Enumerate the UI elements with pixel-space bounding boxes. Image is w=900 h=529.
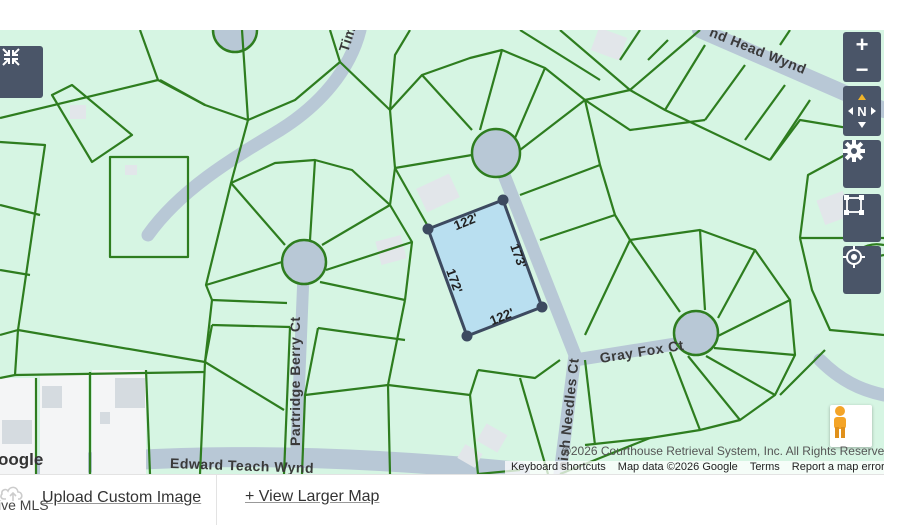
top-bar [0, 0, 900, 31]
settings-button[interactable] [843, 140, 881, 188]
map-canvas[interactable]: 122' 173' 172' 122' Tim nd Head Wynd Par… [0, 30, 884, 474]
collapse-icon [2, 48, 20, 66]
gear-icon [843, 140, 865, 162]
select-area-button[interactable] [843, 194, 881, 242]
right-gutter [884, 30, 900, 524]
exit-fullscreen-button[interactable] [0, 46, 43, 98]
keyboard-shortcuts-link[interactable]: Keyboard shortcuts [511, 461, 606, 474]
compass-button[interactable]: N [843, 86, 881, 136]
crosshair-icon [843, 246, 865, 268]
street-label-dead-head: nd Head Wynd [707, 30, 808, 77]
road-tim [141, 30, 367, 242]
map-data-text: Map data ©2026 Google [617, 461, 738, 473]
street-view-pegman[interactable] [830, 405, 872, 447]
my-location-button[interactable] [843, 246, 881, 294]
pegman-icon [834, 406, 846, 438]
parcel-attribution: ©2026 Courthouse Retrieval System, Inc. … [562, 444, 884, 458]
cul-de-sac-north [211, 30, 259, 54]
google-logo: oogle [0, 450, 44, 469]
compass-icon: N [848, 94, 876, 128]
upload-custom-image-link[interactable]: Upload Custom Image [42, 489, 201, 507]
terms-link[interactable]: Terms [750, 461, 780, 474]
map-actions-bar: ive MLS Upload Custom Image + View Large… [0, 474, 884, 525]
cul-de-sac-spanish [470, 127, 522, 179]
cul-de-sac-partridge [280, 238, 328, 286]
road-east [813, 353, 884, 402]
report-error-link[interactable]: Report a map error [792, 461, 884, 474]
divider [216, 475, 217, 525]
view-larger-map-link[interactable]: + View Larger Map [245, 488, 379, 506]
zoom-control: + − [843, 32, 881, 82]
svg-text:N: N [857, 104, 866, 119]
street-label-partridge-berry: Partridge Berry Ct [287, 316, 303, 446]
map-view[interactable]: 122' 173' 172' 122' Tim nd Head Wynd Par… [0, 30, 884, 474]
street-label-gray-fox: Gray Fox Ct [599, 337, 685, 366]
google-footer: Keyboard shortcuts Map data ©2026 Google… [505, 461, 884, 474]
zoom-out-button[interactable]: − [843, 57, 881, 82]
square-select-icon [844, 195, 864, 215]
zoom-in-button[interactable]: + [843, 32, 881, 57]
